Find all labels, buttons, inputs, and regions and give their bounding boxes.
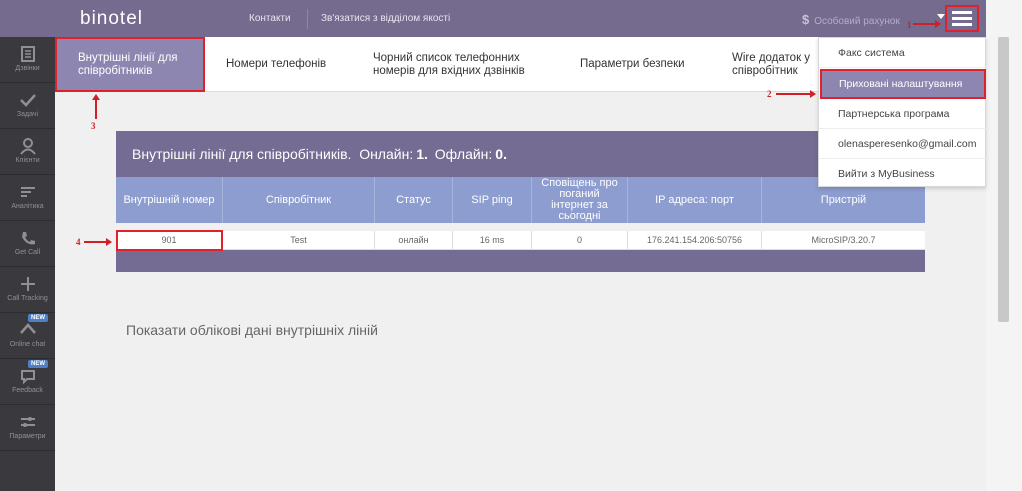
menu-item-partner-program[interactable]: Партнерська програма [819, 99, 987, 129]
sidebar-item-getcall[interactable]: Get Call [0, 221, 55, 267]
panel-header: Внутрішні лінії для співробітників. Онла… [116, 131, 925, 177]
tab-security[interactable]: Параметри безпеки [580, 37, 685, 92]
new-badge: NEW [28, 360, 48, 368]
menu-item-hidden-settings[interactable]: Приховані налаштування [820, 69, 986, 99]
hamburger-line [952, 11, 972, 14]
sidebar-item-tasks[interactable]: Задачі [0, 83, 55, 129]
chevron-down-icon[interactable] [937, 14, 945, 19]
col-sip-ping[interactable]: SIP ping [453, 177, 532, 223]
feedback-icon [20, 370, 35, 385]
sidebar-item-label: Feedback [12, 387, 43, 394]
online-count: 1. [416, 146, 428, 162]
calls-icon [20, 46, 35, 62]
cell-sip-ping: 16 ms [453, 231, 532, 249]
sidebar-item-chat[interactable]: NEW Online chat [0, 313, 55, 359]
tab-label: Внутрішні лінії для співробітників [78, 51, 178, 77]
annotation-number: 4 [76, 237, 81, 247]
hamburger-menu-button[interactable] [945, 5, 979, 32]
tab-phone-numbers[interactable]: Номери телефонів [226, 37, 326, 92]
offline-count: 0. [495, 146, 507, 162]
menu-item-email[interactable]: olenasperesenko@gmail.com [819, 129, 987, 159]
online-label: Онлайн: [359, 146, 414, 162]
tab-label: Номери телефонів [226, 58, 327, 70]
logo[interactable]: binotel [80, 8, 143, 30]
col-extension[interactable]: Внутрішній номер [116, 177, 223, 223]
calltracking-icon [20, 277, 35, 291]
col-bad-internet[interactable]: Сповіщень про поганий інтернет за сьогод… [532, 177, 628, 223]
quality-dept-link[interactable]: Зв'язатися з відділом якості [321, 13, 450, 24]
sidebar-item-label: Клієнти [15, 157, 40, 164]
contacts-link[interactable]: Контакти [249, 13, 291, 24]
divider [307, 9, 308, 29]
user-icon [19, 138, 36, 155]
user-dropdown-menu: Факс система Приховані налаштування Парт… [818, 37, 987, 189]
tab-internal-lines[interactable]: Внутрішні лінії для співробітників [55, 37, 205, 92]
col-ip-port[interactable]: IP адреса: порт [628, 177, 762, 223]
tab-wire-app[interactable]: Wire додаток у співробітник [732, 37, 818, 92]
tab-label: Чорний список телефонних номерів для вхі… [373, 51, 525, 77]
account-link[interactable]: $ Особовий рахунок [802, 12, 900, 27]
annotation-arrow [913, 20, 941, 28]
sidebar-item-calltracking[interactable]: Call Tracking [0, 267, 55, 313]
scrollbar[interactable] [986, 0, 1022, 491]
cell-ip-port: 176.241.154.206:50756 [628, 231, 762, 249]
sidebar-item-label: Аналітика [11, 203, 44, 210]
cell-status: онлайн [375, 231, 453, 249]
menu-item-logout[interactable]: Вийти з MyBusiness [819, 159, 987, 189]
highlight-box [116, 230, 223, 251]
show-credentials-link[interactable]: Показати облікові дані внутрішніх ліній [126, 322, 378, 338]
scrollbar-thumb[interactable] [998, 37, 1009, 322]
annotation-number: 3 [91, 121, 96, 131]
sidebar-item-label: Online chat [9, 341, 46, 348]
getcall-icon [21, 232, 35, 245]
sidebar-item-settings[interactable]: Параметри [0, 405, 55, 451]
sidebar-item-clients[interactable]: Клієнти [0, 129, 55, 175]
cell-employee: Test [223, 231, 375, 249]
annotation-number: 2 [767, 89, 772, 99]
chat-icon [19, 323, 36, 334]
menu-item-fax[interactable]: Факс система [819, 38, 987, 68]
panel-footer [116, 250, 925, 272]
sidebar-item-label: Задачі [16, 111, 39, 118]
sidebar-item-feedback[interactable]: NEW Feedback [0, 359, 55, 405]
tab-blacklist[interactable]: Чорний список телефонних номерів для вхі… [373, 37, 548, 92]
annotation-arrow [776, 90, 816, 98]
annotation-arrow [84, 238, 112, 246]
sidebar: Дзвінки Задачі Клієнти Аналітика Get Cal… [0, 37, 55, 491]
dollar-icon: $ [802, 12, 810, 27]
table-row[interactable]: 901 Test онлайн 16 ms 0 176.241.154.206:… [116, 231, 925, 250]
annotation-arrow [92, 94, 100, 119]
sidebar-item-analytics[interactable]: Аналітика [0, 175, 55, 221]
sidebar-item-calls[interactable]: Дзвінки [0, 37, 55, 83]
tab-label: Параметри безпеки [580, 58, 685, 70]
sidebar-item-label: Дзвінки [15, 65, 40, 72]
analytics-icon [20, 187, 35, 197]
cell-bad-internet: 0 [532, 231, 628, 249]
sidebar-item-label: Get Call [14, 249, 41, 256]
col-status[interactable]: Статус [375, 177, 453, 223]
table-header: Внутрішній номер Співробітник Статус SIP… [116, 177, 925, 223]
new-badge: NEW [28, 314, 48, 322]
tab-label: Wire додаток у співробітник [732, 51, 811, 77]
annotation-number: 1 [907, 20, 912, 30]
offline-label: Офлайн: [434, 146, 493, 162]
check-icon [19, 94, 36, 107]
hamburger-line [952, 17, 972, 20]
col-employee[interactable]: Співробітник [223, 177, 375, 223]
sidebar-item-label: Параметри [9, 433, 46, 440]
top-bar: binotel Контакти Зв'язатися з відділом я… [0, 0, 1022, 37]
sidebar-item-label: Call Tracking [7, 295, 48, 302]
hamburger-line [952, 23, 972, 26]
panel-title: Внутрішні лінії для співробітників. [132, 146, 352, 162]
cell-device: MicroSIP/3.20.7 [811, 235, 876, 245]
account-label: Особовий рахунок [814, 16, 900, 27]
settings-icon [20, 417, 35, 427]
